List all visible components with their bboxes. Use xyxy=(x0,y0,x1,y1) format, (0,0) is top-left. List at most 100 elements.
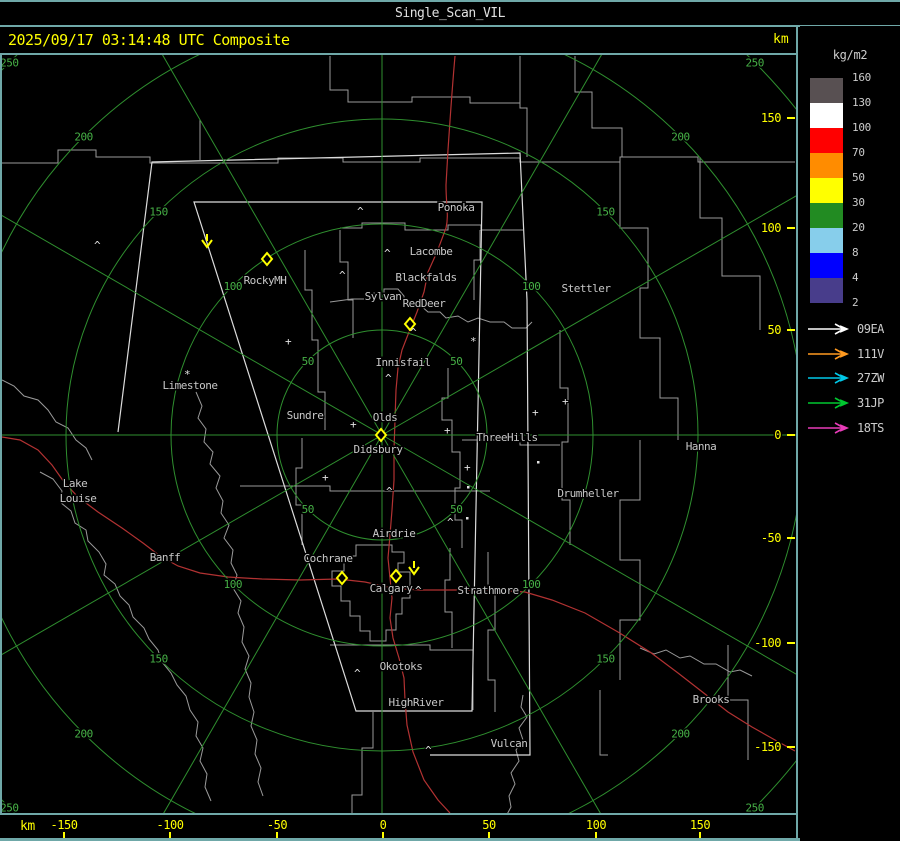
radar-site-id: 31JP xyxy=(857,396,884,410)
radar-pointer-arrow-icon xyxy=(201,234,213,249)
colorbar-value: 4 xyxy=(852,271,859,284)
radar-site-legend-row: 31JP xyxy=(806,396,884,410)
city-label-threehills: ThreeHills xyxy=(476,431,537,444)
range-ring-label: 200 xyxy=(671,131,689,144)
radar-arrow-icon xyxy=(808,372,850,384)
x-tick-label: -100 xyxy=(156,818,184,832)
window-title: Single_Scan_VIL xyxy=(395,6,505,21)
scan-timestamp: 2025/09/17 03:14:48 UTC Composite xyxy=(8,31,290,49)
colorbar-value: 30 xyxy=(852,196,865,209)
city-label-blackfalds: Blackfalds xyxy=(395,271,456,284)
county-boundary-line xyxy=(507,694,528,813)
town-marker-+: + xyxy=(444,424,451,437)
x-tick xyxy=(595,832,597,838)
colorbar-swatch xyxy=(810,103,843,128)
range-ring-label: 250 xyxy=(745,802,763,813)
county-boundary-line xyxy=(574,56,623,157)
colorbar-unit: kg/m2 xyxy=(832,48,868,62)
city-label-strathmore: Strathmore xyxy=(457,584,518,597)
city-label-lake: Lake xyxy=(63,477,88,490)
range-ring-label: 100 xyxy=(522,280,540,293)
colorbar-value: 2 xyxy=(852,296,859,309)
town-marker-^: ^ xyxy=(384,247,391,260)
radar-site-id: 09EA xyxy=(857,322,884,336)
x-tick-label: -50 xyxy=(266,818,288,832)
town-marker-+: + xyxy=(285,335,292,348)
city-label-innisfail: Innisfail xyxy=(375,356,430,369)
range-ring-label: 50 xyxy=(450,355,462,368)
map-canvas[interactable]: 50 50 50 50 100 100 100 100 150 150 150 150 200 200 20… xyxy=(2,55,796,813)
town-marker-^: ^ xyxy=(354,667,361,680)
range-ring-label: 150 xyxy=(149,206,167,219)
window-titlebar: Single_Scan_VIL xyxy=(0,2,900,25)
radar-site-id: 27ZW xyxy=(857,371,884,385)
city-label-vulcan: Vulcan xyxy=(491,737,528,750)
county-boundary-line xyxy=(559,330,571,545)
range-ring-label: 50 xyxy=(302,503,314,516)
y-tick-label: 0 xyxy=(774,428,781,442)
town-marker-^: ^ xyxy=(94,239,101,252)
colorbar-swatch xyxy=(810,78,843,103)
county-boundary-line xyxy=(599,690,608,756)
x-tick-label: 150 xyxy=(689,818,711,832)
range-ring-label: 250 xyxy=(745,56,763,69)
map-frame: 50 50 50 50 100 100 100 100 150 150 150 150 200 200 20… xyxy=(0,53,798,815)
radar-arrow-icon xyxy=(808,397,850,409)
county-boundary-line xyxy=(487,552,496,712)
city-label-lacombe: Lacombe xyxy=(410,245,453,258)
colorbar-value: 100 xyxy=(852,121,871,134)
x-tick xyxy=(276,832,278,838)
azimuth-spoke-line xyxy=(381,434,796,675)
city-label-louise: Louise xyxy=(60,492,97,505)
radar-site-legend-row: 18TS xyxy=(806,421,884,435)
colorbar-swatch xyxy=(810,128,843,153)
city-label-calgary: Calgary xyxy=(370,582,414,595)
y-tick-label: -150 xyxy=(754,740,781,754)
radar-coverage-outline xyxy=(117,152,531,756)
colorbar-value: 50 xyxy=(852,171,865,184)
radar-site-id: 18TS xyxy=(857,421,884,435)
city-label-okotoks: Okotoks xyxy=(380,660,423,673)
county-boundary-line xyxy=(699,157,761,330)
range-ring-label: 150 xyxy=(149,652,167,665)
county-boundary-line xyxy=(519,56,528,157)
y-axis-unit-label: km xyxy=(773,32,789,47)
y-tick-label: -100 xyxy=(754,636,781,650)
city-label-ponoka: Ponoka xyxy=(438,201,475,214)
colorbar-swatch xyxy=(810,278,843,303)
town-marker-^: ^ xyxy=(386,485,393,498)
range-ring-label: 50 xyxy=(302,355,314,368)
range-ring-label: 150 xyxy=(596,206,614,219)
colorbar-value: 8 xyxy=(852,246,859,259)
radar-site-diamond-icon xyxy=(335,570,349,586)
colorbar-swatch xyxy=(810,228,843,253)
county-boundary-line xyxy=(39,471,212,802)
range-ring-label: 100 xyxy=(224,280,242,293)
x-axis: km -150 -100 -50 0 50 100 150 xyxy=(0,816,796,838)
x-tick xyxy=(699,832,701,838)
range-ring-label: 150 xyxy=(596,652,614,665)
x-tick-label: 100 xyxy=(585,818,607,832)
county-boundary-line xyxy=(639,647,753,677)
x-axis-unit-label: km xyxy=(20,819,35,834)
city-label-airdrie: Airdrie xyxy=(373,527,416,540)
x-tick xyxy=(169,832,171,838)
city-label-banff: Banff xyxy=(150,551,181,564)
range-ring-label: 200 xyxy=(671,727,689,740)
county-boundary-line xyxy=(351,712,374,813)
legend-panel: kg/m2 160 130 100 70 50 30 20 8 4 2 09EA 111V 27ZW 31… xyxy=(800,26,900,841)
range-ring-label: 50 xyxy=(450,503,462,516)
range-ring-label: 250 xyxy=(2,56,19,69)
radar-site-id: 111V xyxy=(857,347,884,361)
town-marker-^: ^ xyxy=(385,372,392,385)
radar-site-diamond-icon xyxy=(260,251,274,267)
city-label-drumheller: Drumheller xyxy=(557,487,619,500)
x-tick-label: 50 xyxy=(482,818,496,832)
radar-site-legend-row: 111V xyxy=(806,347,884,361)
header-bar: 2025/09/17 03:14:48 UTC Composite km xyxy=(0,27,900,53)
town-marker-+: + xyxy=(562,395,569,408)
city-label-sylvan: Sylvan xyxy=(365,290,402,303)
town-marker-*: * xyxy=(470,335,476,348)
county-boundary-line xyxy=(240,485,490,492)
town-marker-^: ^ xyxy=(447,516,454,529)
